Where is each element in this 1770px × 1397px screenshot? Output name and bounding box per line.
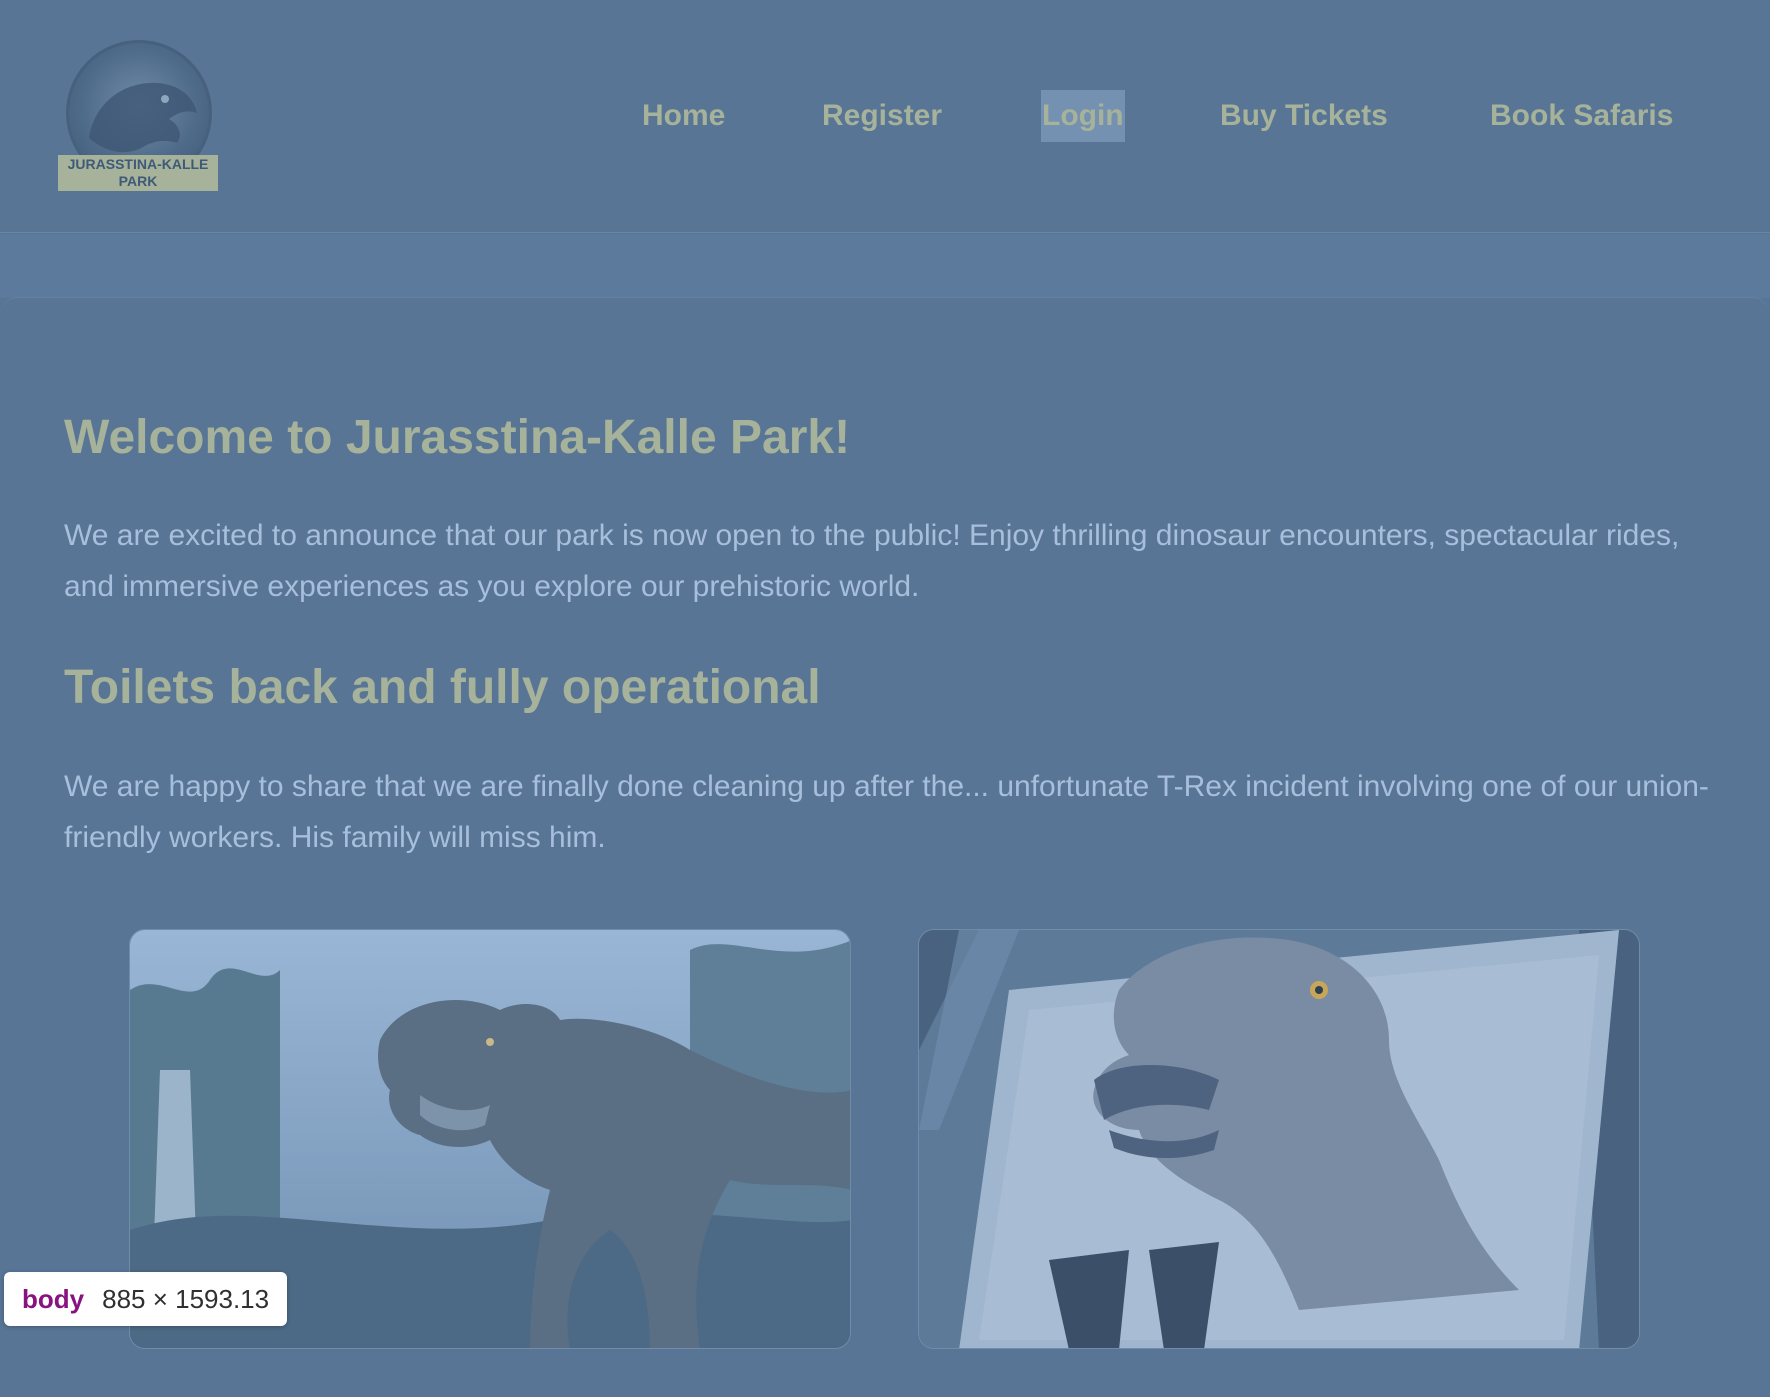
news-title: Toilets back and fully operational xyxy=(64,661,821,714)
news-text: We are happy to share that we are finall… xyxy=(64,770,1709,854)
devtools-size: 885 × 1593.13 xyxy=(102,1284,270,1314)
main-nav: Home Register Login Buy Tickets Book Saf… xyxy=(0,90,1770,142)
devtools-tag: body xyxy=(22,1284,85,1314)
welcome-text: We are excited to announce that our park… xyxy=(64,519,1680,603)
nav-book-safaris[interactable]: Book Safaris xyxy=(1490,90,1673,142)
site-header: JURASSTINA-KALLE PARK Home Register Logi… xyxy=(0,0,1770,233)
nav-login[interactable]: Login xyxy=(1041,90,1125,142)
logo-text: JURASSTINA-KALLE PARK xyxy=(58,155,218,191)
nav-home[interactable]: Home xyxy=(642,90,725,142)
devtools-element-tooltip: body 885 × 1593.13 xyxy=(4,1272,288,1326)
welcome-title: Welcome to Jurasstina-Kalle Park! xyxy=(64,411,851,464)
t-rex-wanted-poster-image xyxy=(918,929,1640,1349)
nav-buy-tickets[interactable]: Buy Tickets xyxy=(1220,90,1388,142)
nav-register[interactable]: Register xyxy=(822,90,942,142)
header-band xyxy=(0,234,1770,298)
